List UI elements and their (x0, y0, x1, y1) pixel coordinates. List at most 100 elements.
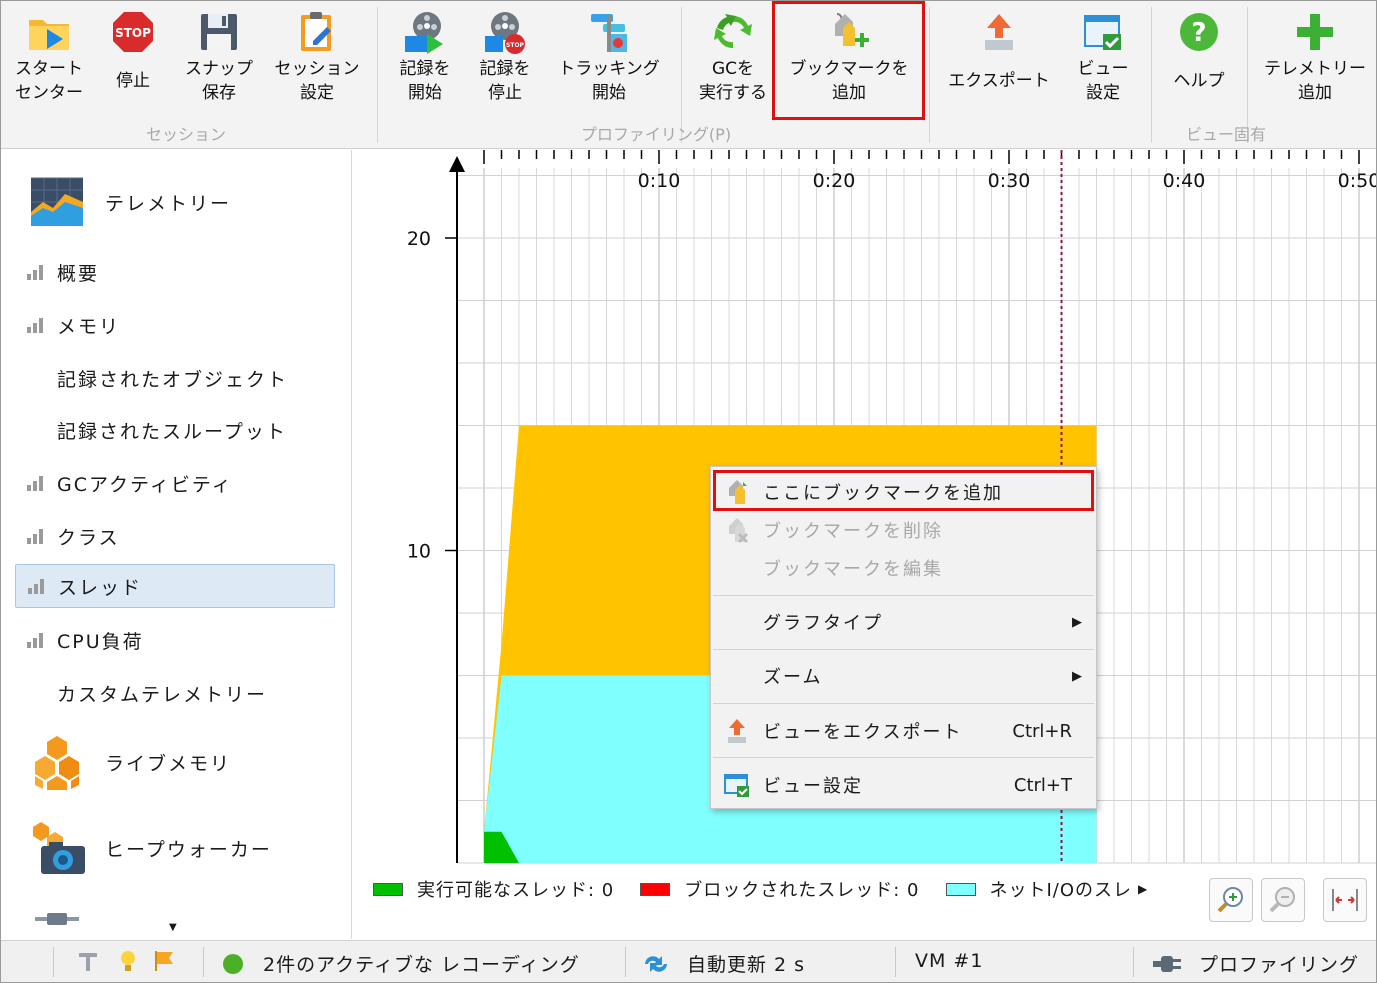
save-snapshot-button[interactable]: スナップ 保存 (181, 7, 257, 113)
sidebar-section-telemetry[interactable]: テレメトリー (27, 172, 231, 232)
menu-separator (713, 649, 1094, 650)
status-separator (895, 947, 896, 977)
legend-item-blocked[interactable]: ブロックされたスレッド: 0 (640, 876, 919, 902)
sidebar-section-live-memory[interactable]: ライブメモリ (27, 732, 231, 792)
status-vm: VM #1 (915, 950, 983, 972)
menu-item-label: グラフタイプ (763, 613, 883, 634)
stop-sign-text: STOP (115, 26, 151, 40)
status-bar: 2件のアクティブな レコーディング 自動更新 2 s VM #1 プロファイリン… (1, 940, 1376, 982)
status-separator (203, 947, 204, 977)
menu-item-edit-bookmark[interactable]: ブックマークを編集 (711, 549, 1096, 587)
group-label-session: セッション (145, 125, 226, 144)
start-recording-label: 記録を 開始 (399, 59, 451, 103)
menu-item-label: ビューをエクスポート (763, 722, 963, 743)
session-settings-label: セッション 設定 (274, 59, 360, 103)
stop-button[interactable]: STOP 停止 (101, 7, 165, 113)
submenu-arrow-icon: ▶ (1072, 614, 1084, 630)
menu-separator (713, 757, 1094, 758)
menu-item-zoom[interactable]: ズーム ▶ (711, 657, 1096, 695)
recording-status-dot-icon (223, 953, 243, 974)
x-tick-label: 0:50 (1338, 170, 1376, 192)
zoom-in-icon (1217, 887, 1243, 913)
menu-item-label: ズーム (763, 667, 823, 688)
ribbon-toolbar: スタート センター STOP 停止 スナップ 保存 セッション 設定 記録を 開… (1, 1, 1376, 149)
menu-item-label: ブックマークを削除 (763, 521, 943, 542)
status-auto-refresh[interactable]: 自動更新 2 s (641, 950, 805, 977)
sidebar-heap-walker-label: ヒープウォーカー (105, 838, 272, 861)
sidebar-item-recorded-objects[interactable]: 記録されたオブジェクト (15, 356, 335, 400)
menu-item-highlight (713, 470, 1094, 511)
add-telemetry-button[interactable]: テレメトリー 追加 (1257, 7, 1373, 113)
start-tracking-label: トラッキング 開始 (558, 59, 660, 103)
sidebar-item-overview[interactable]: 概要 (15, 250, 335, 294)
y-axis-arrow (449, 156, 465, 172)
help-button[interactable]: ? ヘルプ (1161, 7, 1237, 113)
menu-separator (713, 703, 1094, 704)
stop-label: 停止 (116, 71, 150, 91)
sidebar-item-gc-activity[interactable]: GCアクティビティ (15, 461, 335, 505)
sidebar-item-classes[interactable]: クラス (15, 514, 335, 558)
view-settings-icon (724, 774, 749, 797)
menu-item-label: ブックマークを編集 (763, 559, 943, 580)
menu-item-export-view[interactable]: ビューをエクスポート Ctrl+R (711, 712, 1096, 750)
chart-legend: 実行可能なスレッド: 0 ブロックされたスレッド: 0 ネットI/Oのスレ ▶ (373, 877, 1174, 901)
view-settings-button[interactable]: ビュー 設定 (1065, 7, 1141, 113)
start-recording-button[interactable]: 記録を 開始 (389, 7, 461, 113)
run-gc-button[interactable]: GCを 実行する (693, 7, 773, 113)
legend-label: ブロックされたスレッド: 0 (684, 880, 920, 901)
sidebar-item-custom-telemetry[interactable]: カスタムテレメトリー (15, 671, 335, 715)
export-button[interactable]: エクスポート (943, 7, 1055, 113)
flag-icon[interactable] (151, 949, 177, 973)
group-label-view-specific: ビュー固有 (1185, 125, 1266, 144)
bar-chart-icon (27, 317, 45, 333)
bar-chart-icon (28, 578, 46, 594)
menu-item-shortcut: Ctrl+R (1012, 720, 1072, 742)
bar-chart-icon (27, 632, 45, 648)
sidebar-item-recorded-throughput[interactable]: 記録されたスループット (15, 408, 335, 452)
menu-item-delete-bookmark[interactable]: ブックマークを削除 (711, 511, 1096, 549)
fit-width-icon (1332, 889, 1358, 911)
stop-recording-button[interactable]: STOP 記録を 停止 (469, 7, 541, 113)
sidebar-item-label: 記録されたオブジェクト (57, 368, 289, 391)
legend-item-net-io[interactable]: ネットI/Oのスレ ▶ (945, 876, 1149, 902)
session-settings-button[interactable]: セッション 設定 (269, 7, 365, 113)
zoom-in-button[interactable] (1209, 878, 1253, 922)
run-gc-label: GCを 実行する (699, 59, 767, 103)
stop-sign-icon: STOP (109, 7, 157, 57)
sidebar-item-threads[interactable]: スレッド (15, 564, 335, 608)
sidebar-scroll-down-icon[interactable]: ▼ (169, 922, 177, 933)
status-recordings[interactable]: 2件のアクティブな レコーディング (223, 950, 580, 977)
sidebar-item-cpu-load[interactable]: CPU負荷 (15, 618, 335, 662)
menu-item-graph-type[interactable]: グラフタイプ ▶ (711, 603, 1096, 641)
ribbon-separator (377, 7, 378, 143)
lightbulb-icon[interactable] (115, 949, 141, 973)
sidebar-section-heap-walker[interactable]: ヒープウォーカー (27, 818, 272, 878)
sidebar-item-label: カスタムテレメトリー (57, 683, 268, 706)
telemetry-chart-icon (31, 177, 83, 226)
legend-more-icon[interactable]: ▶ (1138, 882, 1148, 896)
menu-item-view-settings[interactable]: ビュー設定 Ctrl+T (711, 766, 1096, 804)
app-window: スタート センター STOP 停止 スナップ 保存 セッション 設定 記録を 開… (0, 0, 1377, 983)
sidebar-item-label: GCアクティビティ (57, 473, 233, 496)
cubes-icon (35, 736, 79, 790)
sidebar-item-label: 概要 (57, 262, 100, 285)
view-settings-icon (1079, 7, 1127, 57)
plus-icon (1291, 7, 1339, 57)
zoom-out-button[interactable] (1261, 878, 1305, 922)
start-center-button[interactable]: スタート センター (7, 7, 91, 113)
sidebar-item-memory[interactable]: メモリ (15, 303, 335, 347)
menu-item-label: ビュー設定 (763, 776, 863, 797)
sidebar: テレメトリー 概要 メモリ 記録されたオブジェクト 記録されたスループット GC… (1, 150, 352, 939)
clipboard-edit-icon (293, 7, 341, 57)
group-label-profiling: プロファイリング(P) (580, 125, 732, 144)
start-tracking-button[interactable]: トラッキング 開始 (553, 7, 665, 113)
pin-icon[interactable] (75, 949, 101, 973)
x-tick-label: 0:30 (988, 170, 1031, 192)
status-profiling[interactable]: プロファイリング (1151, 950, 1359, 977)
sidebar-telemetry-label: テレメトリー (105, 192, 232, 215)
sidebar-live-memory-label: ライブメモリ (105, 752, 232, 775)
legend-item-runnable[interactable]: 実行可能なスレッド: 0 (373, 876, 614, 902)
fit-width-button[interactable] (1323, 878, 1367, 922)
stop-small-text: STOP (506, 42, 525, 49)
x-tick-label: 0:20 (813, 170, 856, 192)
